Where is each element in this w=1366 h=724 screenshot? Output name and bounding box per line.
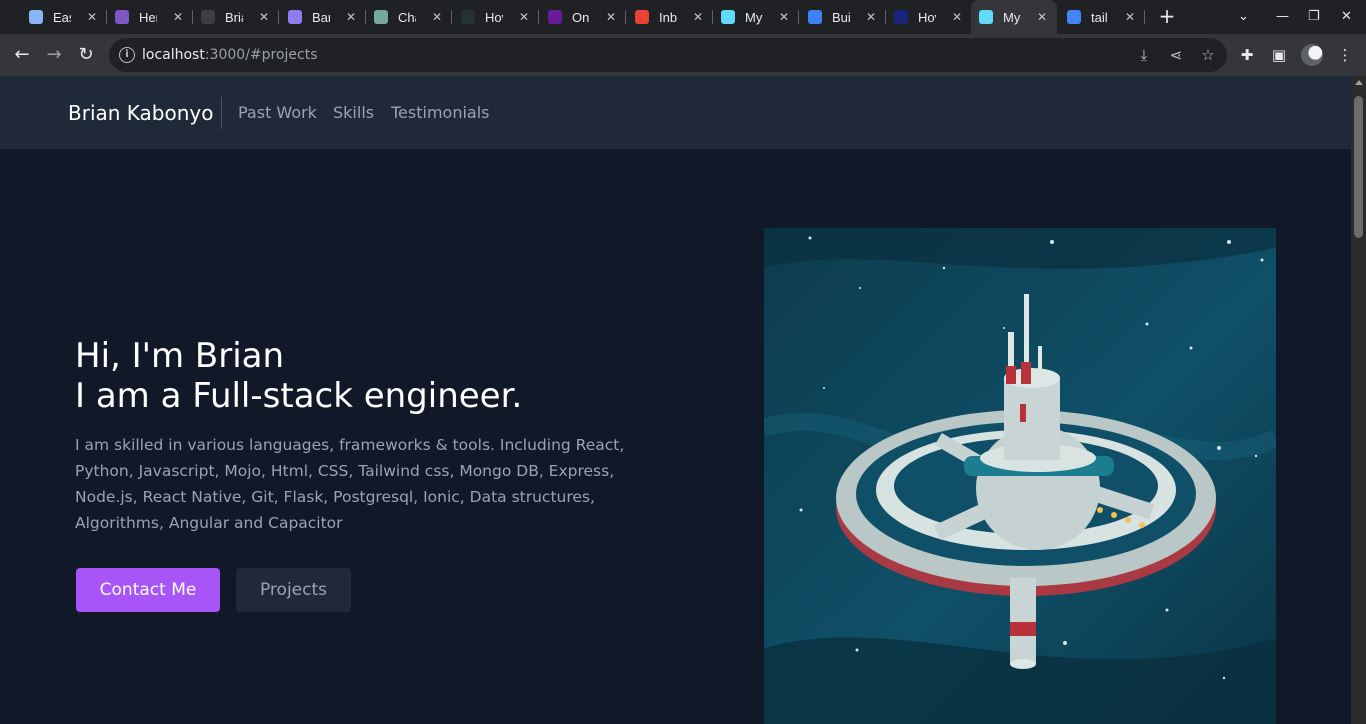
tab-close-icon[interactable]: ✕ (866, 9, 876, 25)
tab-separator (1144, 10, 1145, 24)
install-icon[interactable]: ⤓ (1135, 46, 1153, 64)
browser-tab[interactable]: Hov ✕ (886, 0, 972, 34)
tab-close-icon[interactable]: ✕ (693, 9, 703, 25)
tab-title: Her (139, 9, 157, 25)
browser-tab[interactable]: Inb ✕ (627, 0, 713, 34)
tab-title: Cha (398, 9, 416, 25)
tab-close-icon[interactable]: ✕ (346, 9, 356, 25)
tab-title: My (745, 9, 763, 25)
tab-close-icon[interactable]: ✕ (173, 9, 183, 25)
tab-title: Eas (53, 9, 71, 25)
space-station-illustration (764, 228, 1276, 724)
site-header: Brian Kabonyo Past Work Skills Testimoni… (0, 76, 1351, 149)
tab-close-icon[interactable]: ✕ (1125, 9, 1135, 25)
url-text[interactable]: localhost:3000/#projects (142, 46, 318, 64)
browser-tab[interactable]: My ✕ (713, 0, 799, 34)
tab-favicon-icon (721, 10, 735, 24)
tab-separator (625, 10, 626, 24)
tab-search-icon[interactable]: ⌄ (1238, 8, 1249, 26)
browser-tab[interactable]: My ✕ (971, 0, 1057, 34)
tab-favicon-icon (1067, 10, 1081, 24)
tab-favicon-icon (635, 10, 649, 24)
page-viewport: Brian Kabonyo Past Work Skills Testimoni… (0, 76, 1351, 724)
new-tab-button[interactable]: + (1156, 5, 1178, 27)
tab-close-icon[interactable]: ✕ (952, 9, 962, 25)
tab-favicon-icon (115, 10, 129, 24)
browser-tab[interactable]: tail ✕ (1059, 0, 1145, 34)
tab-separator (798, 10, 799, 24)
tab-favicon-icon (201, 10, 215, 24)
tab-favicon-icon (29, 10, 43, 24)
kebab-menu-icon[interactable]: ⋮ (1335, 45, 1355, 65)
tab-close-icon[interactable]: ✕ (779, 9, 789, 25)
tab-favicon-icon (374, 10, 388, 24)
tab-favicon-icon (548, 10, 562, 24)
browser-tab[interactable]: Eas ✕ (21, 0, 107, 34)
reload-icon[interactable]: ↻ (74, 43, 98, 67)
tab-separator (451, 10, 452, 24)
tab-favicon-icon (808, 10, 822, 24)
tab-favicon-icon (461, 10, 475, 24)
forward-icon[interactable]: → (42, 43, 66, 67)
tab-separator (538, 10, 539, 24)
hero-heading-line-1: Hi, I'm Brian (75, 336, 285, 376)
browser-tab[interactable]: Cha ✕ (366, 0, 452, 34)
tab-title: Bria (225, 9, 243, 25)
site-brand[interactable]: Brian Kabonyo (68, 101, 214, 125)
browser-tab[interactable]: Hov ✕ (453, 0, 539, 34)
side-panel-icon[interactable]: ▣ (1269, 45, 1289, 65)
browser-tab[interactable]: Her ✕ (107, 0, 193, 34)
nav-link-testimonials[interactable]: Testimonials (391, 103, 490, 123)
restore-icon[interactable]: ❐ (1308, 8, 1320, 26)
browser-toolbar: ← → ↻ i localhost:3000/#projects ⤓ ⋖ ☆ ✚… (0, 34, 1366, 76)
tab-title: Inb (659, 9, 677, 25)
bookmark-star-icon[interactable]: ☆ (1199, 46, 1217, 64)
tab-favicon-icon (288, 10, 302, 24)
back-icon[interactable]: ← (10, 43, 34, 67)
tab-close-icon[interactable]: ✕ (1037, 9, 1047, 25)
nav-link-past-work[interactable]: Past Work (238, 103, 317, 123)
scroll-thumb[interactable] (1354, 96, 1363, 238)
share-icon[interactable]: ⋖ (1167, 46, 1185, 64)
tab-close-icon[interactable]: ✕ (259, 9, 269, 25)
tab-title: tail (1091, 9, 1108, 25)
address-bar[interactable]: i localhost:3000/#projects ⤓ ⋖ ☆ (109, 38, 1227, 72)
hero-description: I am skilled in various languages, frame… (75, 436, 625, 532)
minimize-icon[interactable]: — (1276, 8, 1289, 26)
tab-title: Bar (312, 9, 330, 25)
tab-close-icon[interactable]: ✕ (87, 9, 97, 25)
projects-button[interactable]: Projects (236, 568, 351, 612)
tab-title: Hov (485, 9, 503, 25)
tab-close-icon[interactable]: ✕ (606, 9, 616, 25)
profile-avatar[interactable] (1301, 44, 1323, 66)
contact-me-button[interactable]: Contact Me (76, 568, 220, 612)
scroll-up-arrow-icon[interactable] (1355, 80, 1363, 85)
browser-tab[interactable]: Onl ✕ (540, 0, 626, 34)
browser-tab-strip: Eas ✕ Her ✕ Bria ✕ Bar ✕ Cha ✕ Hov ✕ Onl ✕ Inb ✕ My ✕ Bui ✕… (0, 0, 1366, 34)
tab-close-icon[interactable]: ✕ (432, 9, 442, 25)
extensions-icon[interactable]: ✚ (1237, 45, 1257, 65)
tab-favicon-icon (979, 10, 993, 24)
tab-favicon-icon (894, 10, 908, 24)
tab-title: Hov (918, 9, 936, 25)
browser-tab[interactable]: Bria ✕ (193, 0, 279, 34)
close-window-icon[interactable]: ✕ (1341, 8, 1352, 26)
browser-tab[interactable]: Bar ✕ (280, 0, 366, 34)
browser-tab[interactable]: Bui ✕ (800, 0, 886, 34)
tab-title: Onl (572, 9, 590, 25)
tab-separator (278, 10, 279, 24)
tab-close-icon[interactable]: ✕ (519, 9, 529, 25)
site-info-icon[interactable]: i (119, 47, 135, 63)
nav-link-skills[interactable]: Skills (333, 103, 374, 123)
tab-title: My (1003, 9, 1021, 25)
page-scrollbar[interactable] (1351, 76, 1366, 724)
nav-divider (221, 97, 222, 129)
hero-heading-line-2: I am a Full-stack engineer. (75, 376, 523, 416)
tab-title: Bui (832, 9, 850, 25)
